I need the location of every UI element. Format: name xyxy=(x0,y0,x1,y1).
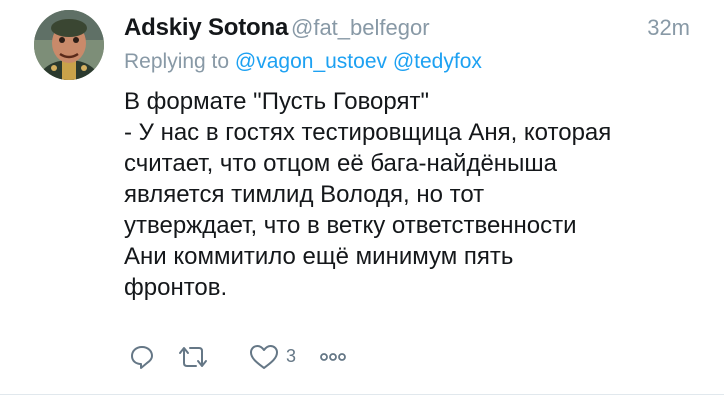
reply-to-mention-2[interactable]: @tedyfox xyxy=(393,50,482,73)
author-name[interactable]: Adskiy Sotona xyxy=(124,14,288,42)
avatar-image xyxy=(34,10,104,80)
tweet-text-line: фронтов. xyxy=(124,274,228,301)
retweet-icon xyxy=(179,347,207,367)
divider xyxy=(0,394,724,395)
retweet-button[interactable] xyxy=(176,343,210,371)
like-button[interactable] xyxy=(248,343,280,371)
tweet-time[interactable]: 32m xyxy=(647,15,690,41)
tweet: Adskiy Sotona @fat_belfegor 32m Replying… xyxy=(0,0,724,410)
tweet-text-line: является тимлид Володя, но тот xyxy=(124,181,485,208)
avatar[interactable] xyxy=(34,10,104,80)
tweet-text: В формате "Пусть Говорят" - У нас в гост… xyxy=(124,86,704,303)
tweet-text-line: считает, что отцом её бага-найдёныша xyxy=(124,150,557,177)
reply-icon xyxy=(131,346,153,369)
tweet-text-line: утверждает, что в ветку ответственности xyxy=(124,212,577,239)
reply-to-mention-1[interactable]: @vagon_ustoev xyxy=(235,50,387,73)
like-count: 3 xyxy=(286,346,297,366)
replying-to: Replying to @vagon_ustoev @tedyfox xyxy=(124,50,482,74)
tweet-text-line: - У нас в гостях тестировщица Аня, котор… xyxy=(124,119,612,146)
more-icon xyxy=(320,353,346,361)
more-button[interactable] xyxy=(318,345,348,369)
tweet-text-line: Ани коммитило ещё минимум пять xyxy=(124,243,514,270)
tweet-text-line: В формате "Пусть Говорят" xyxy=(124,88,429,115)
replying-prefix: Replying to xyxy=(124,50,230,73)
author-handle[interactable]: @fat_belfegor xyxy=(291,15,430,41)
like-icon xyxy=(250,345,278,369)
reply-button[interactable] xyxy=(128,343,156,371)
